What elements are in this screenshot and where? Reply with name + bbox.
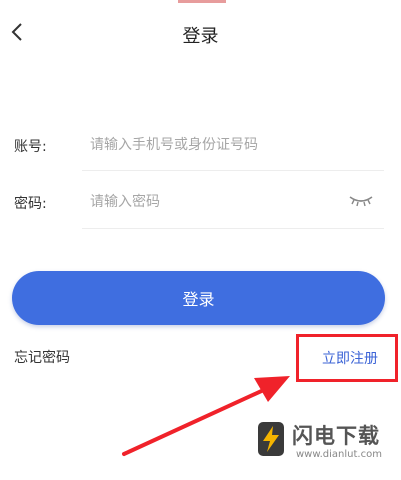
forgot-password-link[interactable]: 忘记密码 — [14, 347, 70, 367]
account-label: 账号: — [14, 139, 47, 155]
lightning-logo — [258, 422, 284, 456]
account-input[interactable] — [82, 128, 396, 162]
page-title: 登录 — [182, 26, 219, 47]
register-link[interactable]: 立即注册 — [322, 348, 378, 368]
watermark-name: 闪电下载 — [292, 424, 380, 448]
watermark-url: www.dianlut.com — [296, 449, 382, 460]
top-decoration — [178, 0, 226, 3]
password-divider — [82, 228, 384, 229]
password-label: 密码: — [14, 196, 47, 212]
password-input[interactable] — [82, 185, 348, 219]
login-button[interactable]: 登录 — [12, 271, 385, 325]
password-toggle-button[interactable] — [346, 190, 376, 210]
watermark: 闪电下载 www.dianlut.com — [252, 418, 392, 466]
eye-closed-icon — [349, 196, 373, 207]
account-divider — [82, 170, 384, 171]
